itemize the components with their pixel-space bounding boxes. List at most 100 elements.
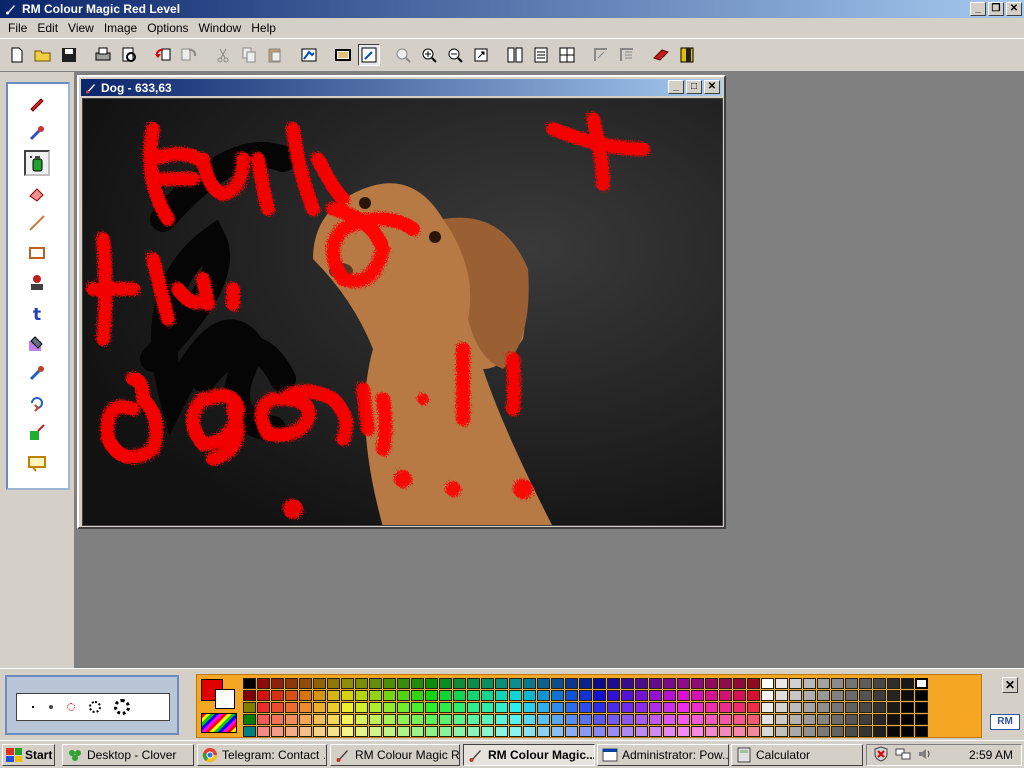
colour-swatch[interactable] [761, 726, 774, 737]
start-button[interactable]: Start [2, 744, 55, 766]
colour-swatch[interactable] [257, 714, 270, 725]
colour-swatch[interactable] [705, 678, 718, 689]
rectangle-icon[interactable] [24, 240, 50, 266]
colour-swatch[interactable] [397, 714, 410, 725]
colour-swatch[interactable] [705, 702, 718, 713]
volume-icon[interactable] [917, 746, 933, 765]
colour-swatch[interactable] [439, 690, 452, 701]
close-button[interactable]: ✕ [1006, 2, 1022, 16]
security-alert-icon[interactable] [873, 745, 889, 765]
brush-size-2[interactable] [49, 705, 53, 709]
restore-button[interactable]: ❐ [988, 2, 1004, 16]
task-desktop-clover[interactable]: Desktop - Clover [62, 744, 194, 766]
colour-swatch[interactable] [677, 726, 690, 737]
minimize-button[interactable]: _ [970, 2, 986, 16]
colour-swatch[interactable] [733, 678, 746, 689]
colour-swatch[interactable] [509, 678, 522, 689]
colour-swatch[interactable] [803, 714, 816, 725]
colour-swatch[interactable] [481, 702, 494, 713]
colour-swatch[interactable] [439, 726, 452, 737]
colour-swatch[interactable] [495, 690, 508, 701]
colour-swatch[interactable] [397, 726, 410, 737]
menu-image[interactable]: Image [99, 21, 142, 35]
colour-swatch[interactable] [509, 690, 522, 701]
colour-swatch[interactable] [733, 726, 746, 737]
colour-swatch[interactable] [803, 678, 816, 689]
colour-swatch[interactable] [761, 678, 774, 689]
colour-swatch[interactable] [565, 714, 578, 725]
document-minimize-button[interactable]: _ [668, 80, 684, 94]
colour-swatch[interactable] [607, 702, 620, 713]
colour-swatch[interactable] [439, 714, 452, 725]
colour-swatch[interactable] [271, 714, 284, 725]
colour-swatch[interactable] [817, 678, 830, 689]
colour-swatch[interactable] [873, 690, 886, 701]
colour-swatch[interactable] [747, 690, 760, 701]
colour-swatch[interactable] [411, 714, 424, 725]
colour-swatch[interactable] [327, 726, 340, 737]
colour-swatch[interactable] [565, 702, 578, 713]
colour-swatch[interactable] [313, 678, 326, 689]
colour-swatch[interactable] [369, 726, 382, 737]
colour-swatch[interactable] [747, 678, 760, 689]
colour-swatch[interactable] [845, 714, 858, 725]
colour-swatch[interactable] [551, 702, 564, 713]
align-icon[interactable] [530, 44, 552, 66]
colour-swatch[interactable] [593, 690, 606, 701]
colour-swatch[interactable] [873, 702, 886, 713]
colour-swatch[interactable] [901, 678, 914, 689]
clock[interactable]: 2:59 AM [969, 748, 1013, 762]
colour-swatch[interactable] [831, 690, 844, 701]
colour-swatch[interactable] [817, 714, 830, 725]
brush-size-1[interactable] [32, 706, 34, 708]
colour-swatch[interactable] [775, 726, 788, 737]
colour-swatch[interactable] [593, 726, 606, 737]
colour-swatch[interactable] [579, 678, 592, 689]
colour-swatch[interactable] [383, 726, 396, 737]
colour-swatch[interactable] [341, 726, 354, 737]
colour-swatch[interactable] [915, 726, 928, 737]
colour-swatch[interactable] [607, 678, 620, 689]
colour-swatch[interactable] [691, 702, 704, 713]
zoom-icon[interactable] [470, 44, 492, 66]
drawing-canvas[interactable] [82, 98, 723, 526]
colour-swatch[interactable] [257, 702, 270, 713]
colour-swatch[interactable] [383, 690, 396, 701]
colour-swatch[interactable] [453, 702, 466, 713]
colour-swatch[interactable] [901, 714, 914, 725]
colour-swatch[interactable] [915, 690, 928, 701]
colour-swatch[interactable] [915, 714, 928, 725]
colour-swatch[interactable] [439, 678, 452, 689]
colour-swatch[interactable] [299, 714, 312, 725]
colour-swatch[interactable] [453, 726, 466, 737]
colour-swatch[interactable] [565, 726, 578, 737]
colour-swatch[interactable] [467, 702, 480, 713]
cut-icon[interactable] [212, 44, 234, 66]
colour-swatch[interactable] [845, 690, 858, 701]
grid-icon[interactable] [556, 44, 578, 66]
colour-swatch[interactable] [453, 678, 466, 689]
colour-swatch[interactable] [747, 702, 760, 713]
colour-swatch[interactable] [887, 690, 900, 701]
colour-swatch[interactable] [537, 678, 550, 689]
colour-swatch[interactable] [663, 702, 676, 713]
colour-swatch[interactable] [789, 702, 802, 713]
colour-swatch[interactable] [509, 714, 522, 725]
colour-swatch[interactable] [663, 690, 676, 701]
colour-swatch[interactable] [537, 702, 550, 713]
colour-swatch[interactable] [859, 678, 872, 689]
colour-swatch[interactable] [327, 690, 340, 701]
colour-swatch[interactable] [901, 702, 914, 713]
colour-swatch[interactable] [243, 714, 256, 725]
colour-swatch[interactable] [271, 702, 284, 713]
colour-swatch[interactable] [691, 714, 704, 725]
colour-swatch[interactable] [621, 690, 634, 701]
colour-swatch[interactable] [635, 702, 648, 713]
background-colour-swatch[interactable] [215, 689, 235, 709]
colour-swatch[interactable] [285, 678, 298, 689]
colour-swatch[interactable] [565, 690, 578, 701]
stamp-icon[interactable] [24, 270, 50, 296]
colour-swatch[interactable] [621, 726, 634, 737]
colour-swatch[interactable] [719, 726, 732, 737]
colour-swatch[interactable] [677, 678, 690, 689]
